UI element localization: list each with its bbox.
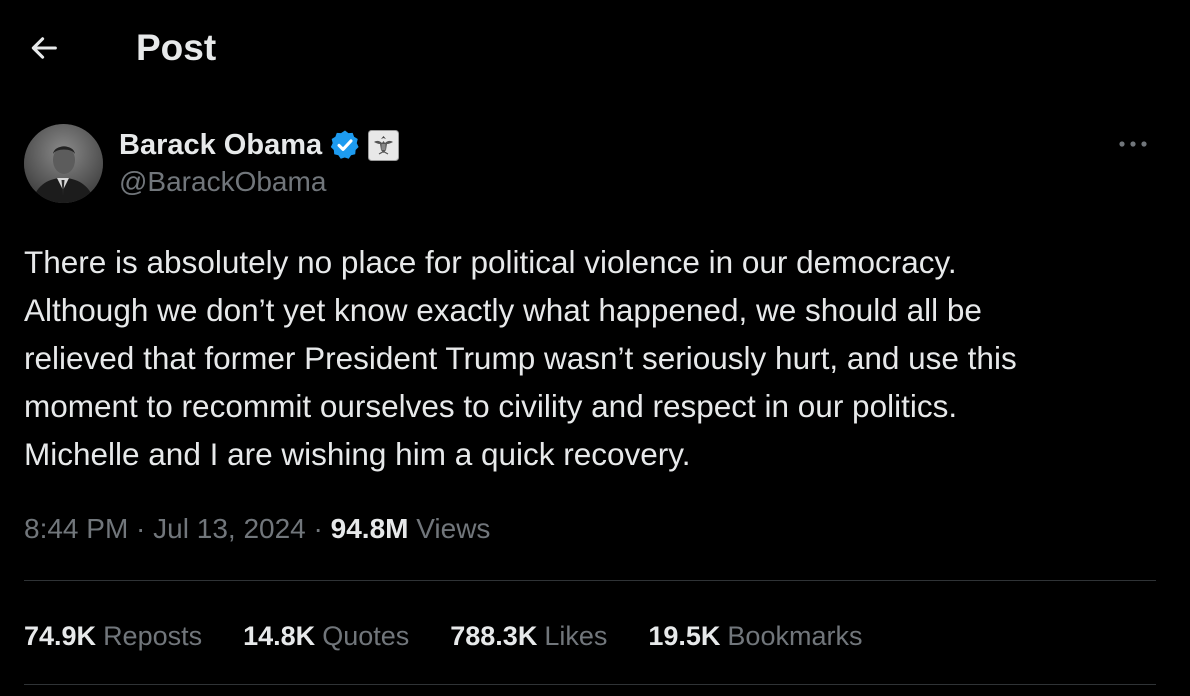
more-options-button[interactable] — [1116, 130, 1150, 158]
back-button[interactable] — [22, 26, 66, 70]
views-label: Views — [416, 513, 491, 544]
stat-label: Likes — [544, 620, 608, 651]
post-page: Post Barack Obama @BarackObama There is … — [0, 0, 1190, 696]
arrow-left-icon — [31, 37, 57, 59]
views-count: 94.8M — [330, 513, 409, 544]
meta-separator: · — [128, 513, 154, 544]
stat-label: Quotes — [322, 620, 410, 651]
verified-badge-icon[interactable] — [328, 128, 362, 162]
top-bar: Post — [0, 0, 1190, 96]
stat-quotes[interactable]: 14.8K Quotes — [243, 621, 409, 652]
divider — [24, 684, 1156, 685]
avatar-image — [24, 124, 103, 203]
stat-count: 788.3K — [450, 620, 538, 651]
stat-count: 14.8K — [243, 620, 316, 651]
stat-count: 19.5K — [648, 620, 721, 651]
avatar[interactable] — [24, 124, 103, 203]
stat-reposts[interactable]: 74.9K Reposts — [24, 621, 202, 652]
stat-likes[interactable]: 788.3K Likes — [450, 621, 607, 652]
views-label-space — [408, 513, 416, 545]
engagement-stats: 74.9K Reposts 14.8K Quotes 788.3K Likes … — [24, 614, 903, 658]
post-meta: 8:44 PM · Jul 13, 2024 · 94.8M Views — [24, 508, 490, 550]
author-handle[interactable]: @BarackObama — [119, 166, 326, 198]
stat-bookmarks[interactable]: 19.5K Bookmarks — [648, 621, 862, 652]
stat-label: Bookmarks — [727, 620, 863, 651]
divider — [24, 580, 1156, 581]
post-time[interactable]: 8:44 PM — [24, 513, 128, 545]
stat-label: Reposts — [103, 620, 203, 651]
meta-separator: · — [305, 513, 331, 544]
more-dots-icon — [1119, 141, 1147, 147]
author-name[interactable]: Barack Obama — [119, 129, 322, 162]
government-seal-icon[interactable] — [368, 129, 400, 161]
page-title: Post — [136, 27, 217, 68]
post-text: There is absolutely no place for politic… — [24, 244, 1017, 472]
author-name-row: Barack Obama — [119, 125, 400, 165]
post-date[interactable]: Jul 13, 2024 — [153, 513, 306, 545]
stat-count: 74.9K — [24, 620, 97, 651]
